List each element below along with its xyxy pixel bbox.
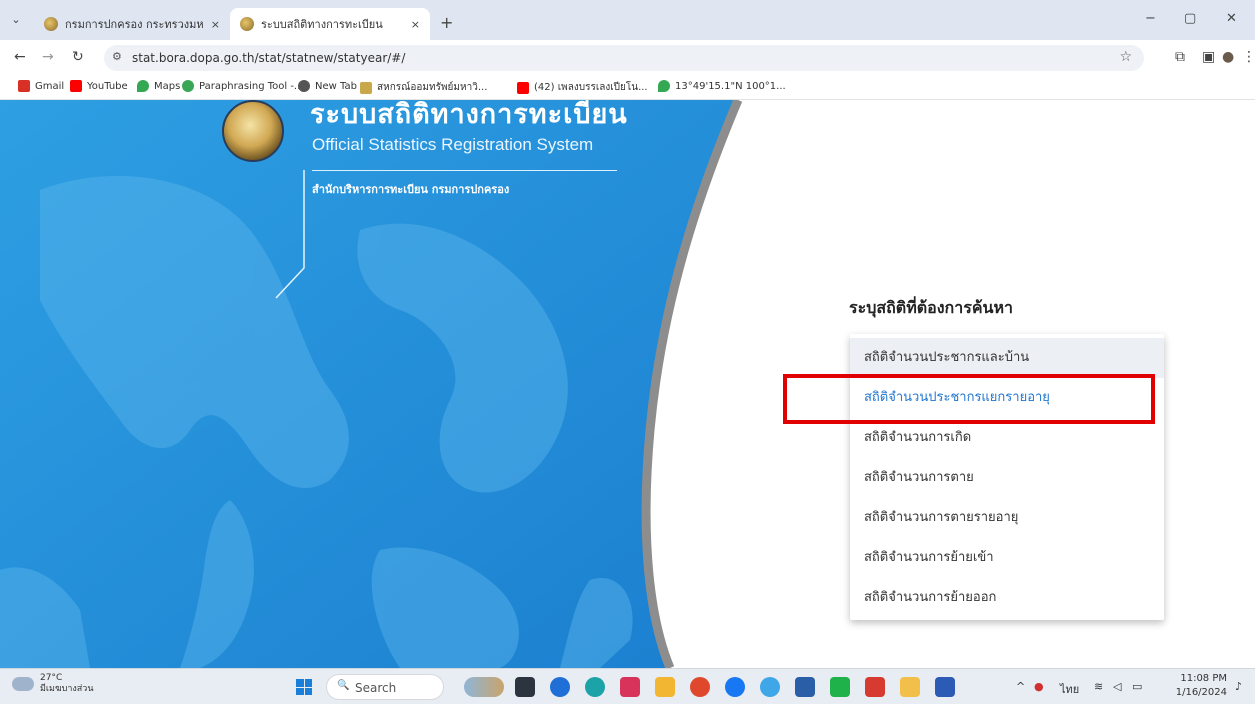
new-tab-button[interactable]: + [440,13,453,32]
tab-title: ระบบสถิติทางการทะเบียน [261,18,383,31]
search-icon: 🔍 [337,680,350,691]
menu-item-population-houses[interactable]: สถิติจำนวนประชากรและบ้าน [850,338,1164,378]
facebook-icon[interactable] [725,677,745,697]
line-app-icon[interactable] [830,677,850,697]
gmail-icon [18,80,30,92]
wifi-icon[interactable]: ≋ [1094,680,1103,693]
close-window-button[interactable]: ✕ [1226,11,1237,26]
profile-avatar-icon[interactable]: ● [1222,49,1234,65]
title-divider [312,170,617,171]
snipping-tool-icon[interactable] [900,677,920,697]
bookmark-cooperative[interactable]: สหกรณ์ออมทรัพย์มหาวิ... [360,80,487,95]
system-title-english: Official Statistics Registration System [312,135,594,154]
dopa-emblem-logo [222,100,284,162]
back-button[interactable]: ← [14,49,26,65]
maps-pin-icon [658,80,670,92]
maximize-button[interactable]: ▢ [1184,11,1196,26]
clock-time: 11:08 PM [1180,673,1227,684]
system-title-thai: ระบบสถิติทางการทะเบียน [310,100,628,130]
page-content: ระบบสถิติทางการทะเบียน Official Statisti… [0,100,1255,668]
youtube-icon [70,80,82,92]
side-panel-icon[interactable]: ▣ [1202,49,1215,65]
menu-item-move-out[interactable]: สถิติจำนวนการย้ายออก [850,578,1164,618]
tab-stat-system[interactable]: ระบบสถิติทางการทะเบียน × [230,8,430,40]
copilot-icon[interactable] [550,677,570,697]
tab-strip: ⌄ กรมการปกครอง กระทรวงมหาดไทย × ระบบสถิต… [0,0,1255,40]
tab-dopa[interactable]: กรมการปกครอง กระทรวงมหาดไทย × [34,8,230,40]
weather-desc: มีเมฆบางส่วน [40,684,94,694]
tab-search-button[interactable]: ⌄ [8,12,24,28]
tab-title: กรมการปกครอง กระทรวงมหาดไทย [65,18,204,31]
tray-chevron-icon[interactable]: ^ [1016,680,1025,693]
tab-close-icon[interactable]: × [411,18,420,31]
bookmark-star-icon[interactable]: ☆ [1119,49,1132,65]
bookmark-gmail[interactable]: Gmail [18,80,64,92]
mail-icon[interactable] [620,677,640,697]
bookmark-new-tab[interactable]: New Tab [298,80,357,92]
cooperative-icon [360,81,372,94]
photos-app-icon[interactable] [795,677,815,697]
department-subtitle: สำนักบริหารการทะเบียน กรมการปกครอง [312,183,510,196]
more-menu-icon[interactable]: ⋮ [1242,49,1255,65]
url-text[interactable]: stat.bora.dopa.go.th/stat/statnew/statye… [132,51,405,65]
weather-temp: 27°C [40,673,63,683]
battery-icon[interactable]: ▭ [1132,680,1142,693]
bookmarks-bar: Gmail YouTube Maps Paraphrasing Tool -..… [0,76,1255,100]
word-icon[interactable] [935,677,955,697]
windows-taskbar: 27°C มีเมฆบางส่วน 🔍 Search ^ ● ไทย ≋ ◁ ▭… [0,668,1255,704]
address-bar[interactable]: ⚙ stat.bora.dopa.go.th/stat/statnew/stat… [104,45,1144,71]
menu-item-move-in[interactable]: สถิติจำนวนการย้ายเข้า [850,538,1164,578]
bookmark-paraphrasing[interactable]: Paraphrasing Tool -... [182,80,303,92]
system-clock[interactable]: 11:08 PM 1/16/2024 [1169,672,1227,700]
search-label: Search [355,681,397,695]
game-app-icon[interactable] [464,677,504,697]
taskbar-search[interactable]: 🔍 Search [326,674,444,700]
tab-close-icon[interactable]: × [211,18,220,31]
forward-button[interactable]: → [42,49,54,65]
file-explorer-icon[interactable] [655,677,675,697]
chrome-icon[interactable] [690,677,710,697]
edge-icon[interactable] [585,677,605,697]
volume-icon[interactable]: ◁ [1113,680,1121,693]
red-highlight-annotation [783,374,1155,424]
dopa-favicon-icon [44,17,58,31]
clock-date: 1/16/2024 [1175,687,1227,698]
task-view-icon[interactable] [515,677,535,697]
reload-button[interactable]: ↻ [72,49,84,65]
bookmark-piano-music[interactable]: (42) เพลงบรรเลงเปียโน... [517,80,648,95]
site-info-icon[interactable]: ⚙ [112,50,122,63]
bookmark-youtube[interactable]: YouTube [70,80,128,92]
menu-item-deaths-by-age[interactable]: สถิติจำนวนการตายรายอายุ [850,498,1164,538]
bookmark-coordinates[interactable]: 13°49'15.1"N 100°1... [658,80,786,92]
minimize-button[interactable]: − [1145,11,1156,26]
globe-icon [298,80,310,92]
pdf-reader-icon[interactable] [865,677,885,697]
menu-heading: ระบุสถิติที่ต้องการค้นหา [849,298,1013,317]
extensions-icon[interactable]: ⧉ [1175,49,1185,65]
ie-icon[interactable] [760,677,780,697]
stat-favicon-icon [240,17,254,31]
menu-item-births[interactable]: สถิติจำนวนการเกิด [850,418,1164,458]
menu-item-deaths[interactable]: สถิติจำนวนการตาย [850,458,1164,498]
language-indicator[interactable]: ไทย [1060,680,1079,698]
maps-pin-icon [137,80,149,92]
weather-widget[interactable]: 27°C มีเมฆบางส่วน [12,673,93,695]
cloud-sun-icon [12,677,34,691]
chrome-tray-icon[interactable]: ● [1034,680,1044,693]
bookmark-maps[interactable]: Maps [137,80,180,92]
start-windows-icon[interactable] [296,679,312,695]
browser-toolbar: ← → ↻ ⚙ stat.bora.dopa.go.th/stat/statne… [0,40,1255,76]
youtube-icon [517,81,529,94]
notification-bell-icon[interactable]: ♪ [1235,680,1242,693]
paraphrasing-icon [182,80,194,92]
